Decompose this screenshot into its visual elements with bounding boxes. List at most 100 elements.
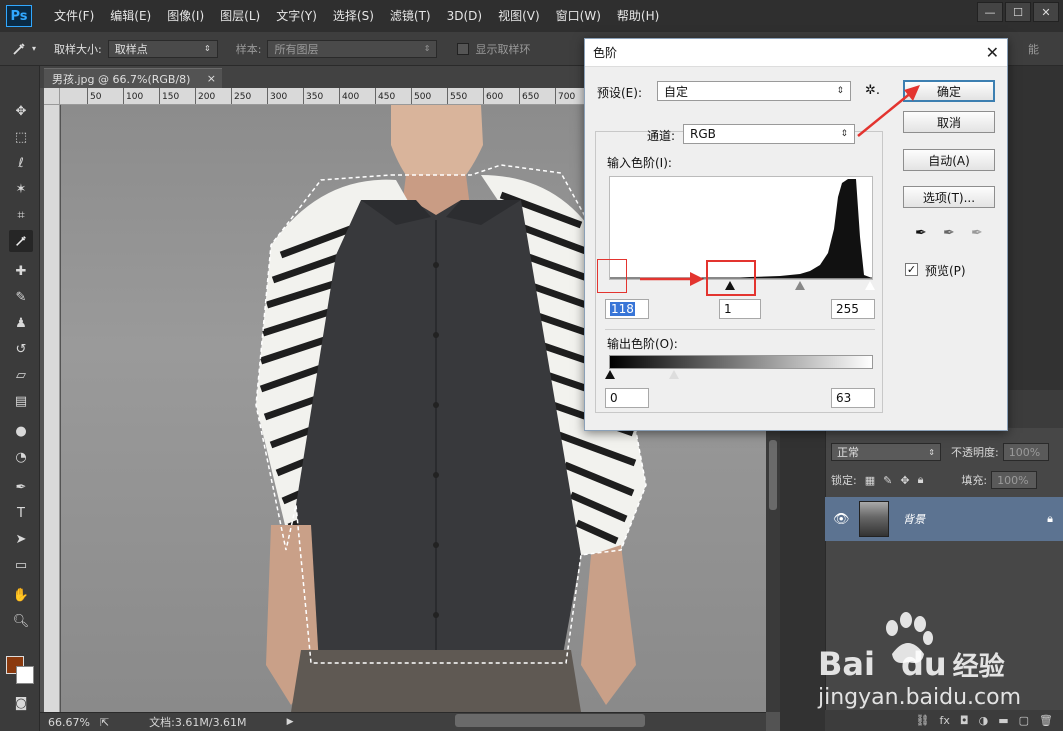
background-color-swatch[interactable] xyxy=(16,666,34,684)
menu-file[interactable]: 文件(F) xyxy=(46,0,102,32)
crop-tool-icon[interactable]: ⌗ xyxy=(9,204,33,226)
minimize-icon[interactable]: — xyxy=(977,2,1003,22)
output-black-value: 0 xyxy=(610,391,618,405)
status-menu-arrow-icon[interactable]: ▶ xyxy=(287,717,294,727)
opacity-label: 不透明度: xyxy=(951,446,999,459)
layer-name[interactable]: 背景 xyxy=(903,511,925,527)
output-white-slider[interactable] xyxy=(669,370,679,379)
chevron-updown-icon: ⇕ xyxy=(836,86,844,96)
layers-lock-row: 锁定: ▦ ✎ ✥ 🔒︎ 填充: 100% xyxy=(831,471,1038,489)
blend-mode-select[interactable]: 正常 ⇕ xyxy=(831,443,941,461)
share-icon[interactable]: ⇱ xyxy=(100,716,109,729)
history-brush-tool-icon[interactable]: ↺ xyxy=(9,338,33,360)
horizontal-ruler[interactable]: 50 100 150 200 250 300 350 400 450 500 5… xyxy=(60,88,585,105)
output-black-slider[interactable] xyxy=(605,370,615,379)
eraser-tool-icon[interactable]: ▱ xyxy=(9,364,33,386)
eyedropper-tool-icon[interactable] xyxy=(9,230,33,252)
input-white-slider[interactable] xyxy=(865,281,875,290)
chevron-updown-icon: ⇕ xyxy=(204,44,211,53)
show-sampling-ring-checkbox[interactable] xyxy=(457,42,470,55)
path-selection-tool-icon[interactable]: ➤ xyxy=(9,528,33,550)
horizontal-scroll-thumb[interactable] xyxy=(455,714,645,727)
gradient-tool-icon[interactable]: ▤ xyxy=(9,390,33,412)
close-window-icon[interactable]: ✕ xyxy=(1033,2,1059,22)
output-gradient-bar xyxy=(609,355,873,369)
opacity-input[interactable]: 100% xyxy=(1002,443,1049,461)
document-tab[interactable]: 男孩.jpg @ 66.7%(RGB/8) × xyxy=(44,68,222,88)
eyedropper-tool-preset-icon[interactable] xyxy=(8,38,30,60)
preset-gear-icon[interactable]: ✲. xyxy=(865,83,880,98)
output-black-field[interactable]: 0 xyxy=(605,388,649,408)
input-gamma-value: 1 xyxy=(724,302,732,316)
lock-transparent-icon[interactable]: ▦ xyxy=(865,474,875,487)
sample-size-value: 取样点 xyxy=(114,42,148,56)
preview-checkbox[interactable]: ✓ xyxy=(905,263,918,276)
dodge-tool-icon[interactable]: ◔ xyxy=(9,446,33,468)
menu-image[interactable]: 图像(I) xyxy=(159,0,212,32)
lock-pixels-icon[interactable]: ✎ xyxy=(883,474,892,487)
eye-icon[interactable]: 👁︎ xyxy=(833,512,855,527)
menu-filter[interactable]: 滤镜(T) xyxy=(382,0,439,32)
options-button[interactable]: 选项(T)... xyxy=(903,186,995,208)
vertical-scroll-thumb[interactable] xyxy=(769,440,777,510)
menu-select[interactable]: 选择(S) xyxy=(325,0,382,32)
blur-tool-icon[interactable]: ● xyxy=(9,420,33,442)
ok-button[interactable]: 确定 xyxy=(903,80,995,102)
sample-value: 所有图层 xyxy=(274,42,319,56)
ruler-tick: 600 xyxy=(486,92,504,102)
marquee-tool-icon[interactable]: ⬚ xyxy=(9,126,33,148)
channel-select[interactable]: RGB ⇕ xyxy=(683,124,855,144)
input-gamma-field[interactable]: 1 xyxy=(719,299,761,319)
channel-value: RGB xyxy=(690,127,716,141)
hand-tool-icon[interactable]: ✋ xyxy=(9,584,33,606)
menu-layer[interactable]: 图层(L) xyxy=(212,0,268,32)
maximize-icon[interactable]: ☐ xyxy=(1005,2,1031,22)
clone-stamp-tool-icon[interactable]: ♟ xyxy=(9,312,33,334)
input-midtone-slider[interactable] xyxy=(795,281,805,290)
lasso-tool-icon[interactable]: ℓ xyxy=(9,152,33,174)
pen-tool-icon[interactable]: ✒ xyxy=(9,476,33,498)
menu-window[interactable]: 窗口(W) xyxy=(548,0,609,32)
show-sampling-ring-label: 显示取样环 xyxy=(475,42,531,56)
healing-brush-tool-icon[interactable]: ✚ xyxy=(9,260,33,282)
cancel-button[interactable]: 取消 xyxy=(903,111,995,133)
vertical-ruler[interactable] xyxy=(44,105,60,712)
sample-select[interactable]: 所有图层 ⇕ xyxy=(267,39,438,58)
layer-row-background[interactable]: 👁︎ 背景 🔒︎ xyxy=(825,497,1063,541)
lock-all-icon[interactable]: 🔒︎ xyxy=(918,473,924,487)
menu-3d[interactable]: 3D(D) xyxy=(439,0,490,32)
magic-wand-tool-icon[interactable]: ✶ xyxy=(9,178,33,200)
sample-size-select[interactable]: 取样点 ⇕ xyxy=(107,39,218,58)
menu-help[interactable]: 帮助(H) xyxy=(609,0,667,32)
quick-mask-icon[interactable]: ◙ xyxy=(9,692,33,714)
brush-tool-icon[interactable]: ✎ xyxy=(9,286,33,308)
white-point-eyedropper-icon[interactable]: ✒ xyxy=(971,225,983,241)
lock-position-icon[interactable]: ✥ xyxy=(900,474,909,487)
type-tool-icon[interactable]: T xyxy=(9,502,33,524)
window-controls: — ☐ ✕ xyxy=(977,2,1059,22)
fill-label: 填充: xyxy=(961,474,988,487)
ruler-tick: 700 xyxy=(558,92,576,102)
input-black-field[interactable]: 118 xyxy=(605,299,649,319)
auto-button[interactable]: 自动(A) xyxy=(903,149,995,171)
close-icon[interactable]: ✕ xyxy=(986,43,999,62)
output-white-field[interactable]: 63 xyxy=(831,388,875,408)
tool-preset-chevron-icon[interactable]: ▾ xyxy=(32,44,36,53)
rectangle-tool-icon[interactable]: ▭ xyxy=(9,554,33,576)
black-point-eyedropper-icon[interactable]: ✒ xyxy=(915,225,927,241)
zoom-tool-icon[interactable]: 🔍︎ xyxy=(9,610,33,632)
move-tool-icon[interactable]: ✥ xyxy=(9,100,33,122)
opacity-value: 100% xyxy=(1008,445,1041,459)
menu-edit[interactable]: 编辑(E) xyxy=(102,0,159,32)
input-white-field[interactable]: 255 xyxy=(831,299,875,319)
menu-view[interactable]: 视图(V) xyxy=(490,0,548,32)
output-levels-label: 输出色阶(O): xyxy=(607,337,678,351)
zoom-level[interactable]: 66.67% xyxy=(48,716,90,729)
preset-select[interactable]: 自定 ⇕ xyxy=(657,81,851,101)
gray-point-eyedropper-icon[interactable]: ✒ xyxy=(943,225,955,241)
close-tab-icon[interactable]: × xyxy=(207,72,216,85)
channel-label: 通道: xyxy=(647,129,676,143)
menu-type[interactable]: 文字(Y) xyxy=(268,0,325,32)
dialog-titlebar[interactable]: 色阶 xyxy=(585,39,1007,67)
fill-input[interactable]: 100% xyxy=(991,471,1038,489)
